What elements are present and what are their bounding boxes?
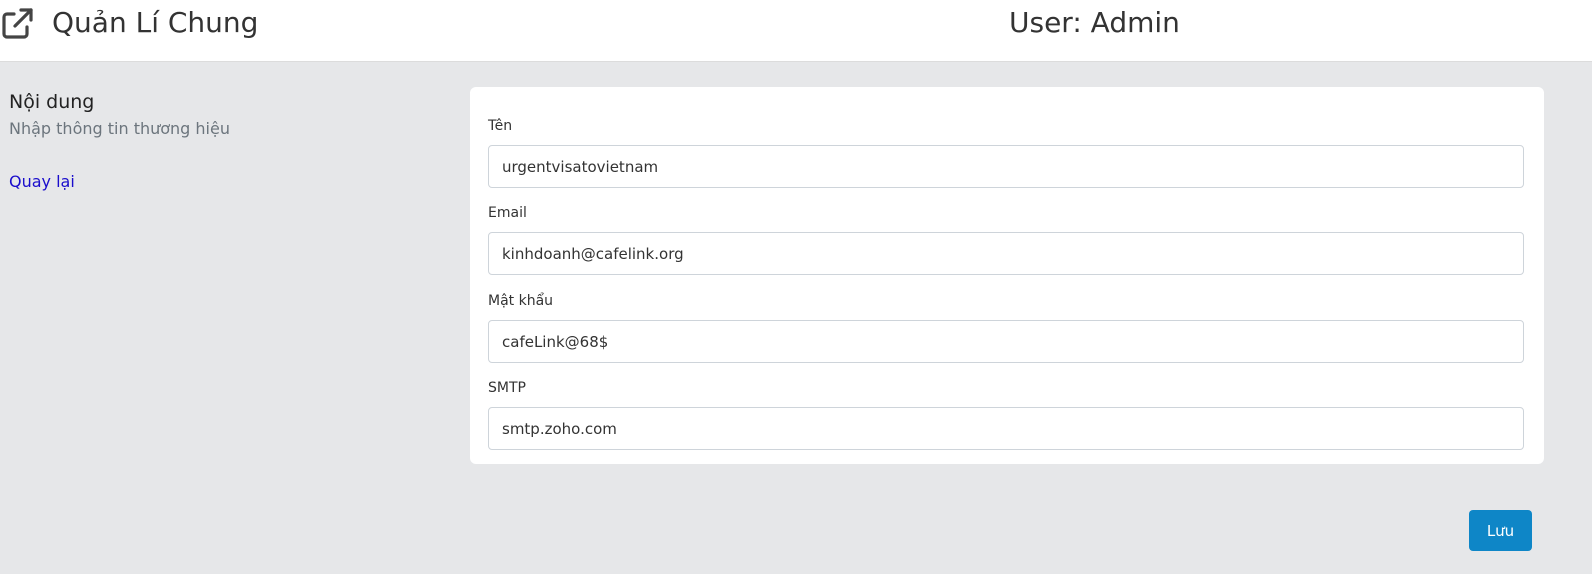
user-label: User: Admin [1009,6,1180,39]
name-label: Tên [488,118,513,134]
name-input[interactable] [488,145,1524,188]
password-input[interactable] [488,320,1524,363]
top-header: Quản Lí Chung User: Admin [0,0,1592,62]
name-field-group: Tên [488,116,1524,188]
form-card: Tên Email Mật khẩu SMTP [470,87,1544,464]
smtp-field-group: SMTP [488,378,1524,450]
smtp-label: SMTP [488,380,526,396]
sidebar: Nội dung Nhập thông tin thương hiệu Quay… [9,88,429,194]
email-input[interactable] [488,232,1524,275]
save-button[interactable]: Lưu [1469,510,1532,551]
page-title: Quản Lí Chung [52,6,259,39]
back-link[interactable]: Quay lại [9,170,75,194]
external-link-icon[interactable] [0,7,34,41]
smtp-input[interactable] [488,407,1524,450]
password-field-group: Mật khẩu [488,291,1524,363]
email-label: Email [488,205,527,221]
section-subheading: Nhập thông tin thương hiệu [9,119,230,138]
section-heading: Nội dung [9,91,95,113]
password-label: Mật khẩu [488,293,554,309]
email-field-group: Email [488,203,1524,275]
